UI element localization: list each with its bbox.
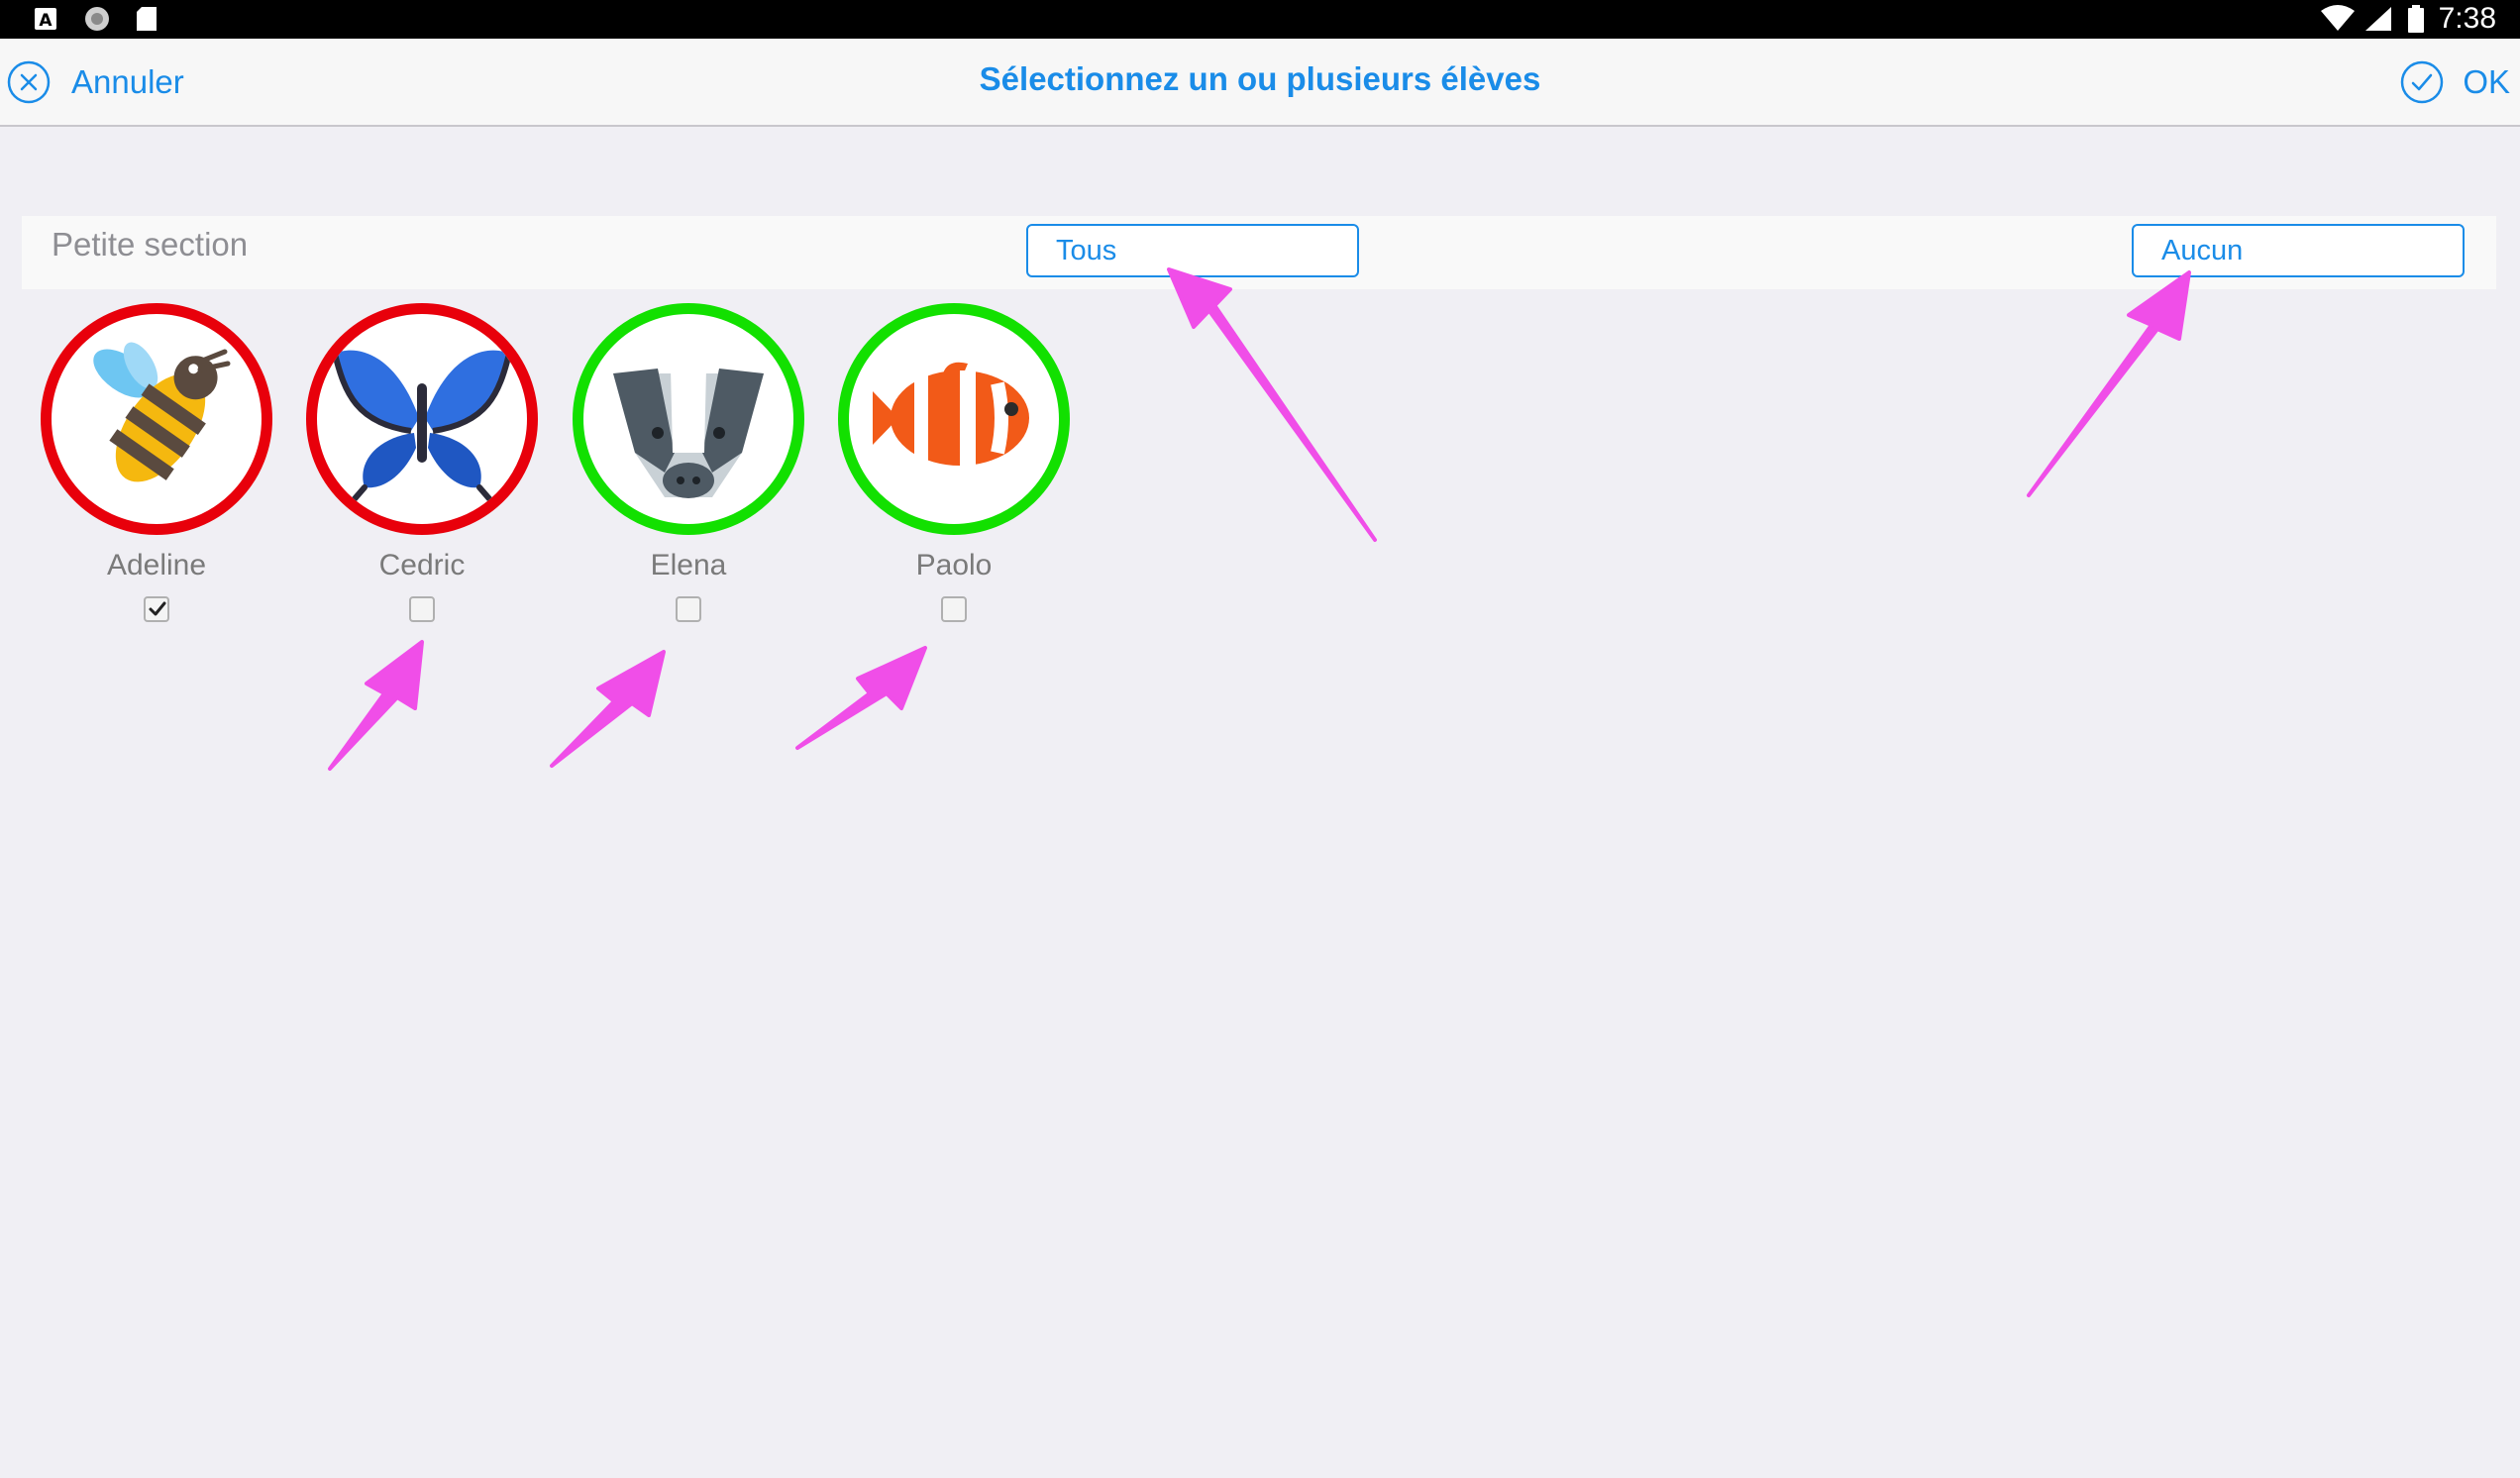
student-checkbox[interactable] — [676, 596, 701, 622]
student-avatar[interactable] — [838, 303, 1070, 535]
butterfly-icon — [332, 350, 512, 505]
wifi-icon — [2321, 5, 2355, 31]
select-none-button[interactable]: Aucun — [2132, 224, 2465, 277]
page-title: Sélectionnez un ou plusieurs élèves — [979, 60, 1541, 97]
annotation-arrow-icon — [1167, 267, 1377, 542]
clownfish-icon — [873, 362, 1029, 466]
ok-label: OK — [2463, 63, 2510, 100]
student-avatar[interactable] — [41, 303, 272, 535]
status-bar: A 7:38 — [0, 0, 2520, 39]
student-checkbox[interactable] — [144, 596, 169, 622]
status-time: 7:38 — [2438, 2, 2496, 35]
bee-icon — [93, 342, 231, 482]
checkmark-icon — [149, 601, 166, 616]
svg-text:A: A — [39, 11, 52, 31]
student-avatar[interactable] — [306, 303, 538, 535]
section-header: Petite section Tous Aucun — [22, 216, 2496, 289]
cell-signal-icon — [2365, 7, 2391, 31]
battery-icon — [2408, 5, 2424, 33]
ok-button[interactable]: OK — [2399, 58, 2510, 106]
student-checkbox[interactable] — [409, 596, 435, 622]
student-card-paolo[interactable]: Paolo — [838, 303, 1070, 622]
student-avatar[interactable] — [573, 303, 804, 535]
font-badge-icon: A — [35, 8, 56, 31]
student-card-elena[interactable]: Elena — [573, 303, 804, 622]
annotation-arrow-icon — [795, 646, 927, 750]
student-card-adeline[interactable]: Adeline — [41, 303, 272, 622]
student-checkbox[interactable] — [941, 596, 967, 622]
select-all-button[interactable]: Tous — [1026, 224, 1359, 277]
student-name: Elena — [650, 549, 727, 581]
sd-card-icon — [137, 7, 157, 31]
annotation-arrow-icon — [2027, 270, 2191, 497]
navigation-bar: Annuler Sélectionnez un ou plusieurs élè… — [0, 39, 2520, 127]
student-name: Cedric — [378, 549, 466, 581]
annotation-arrow-icon — [328, 640, 424, 771]
student-name: Adeline — [106, 549, 207, 581]
check-circle-icon — [2401, 60, 2444, 104]
annotation-arrow-icon — [550, 650, 666, 768]
student-name: Paolo — [915, 549, 993, 581]
student-card-cedric[interactable]: Cedric — [306, 303, 538, 622]
badger-icon — [613, 369, 764, 498]
circle-icon — [85, 7, 109, 31]
section-title: Petite section — [52, 226, 249, 263]
